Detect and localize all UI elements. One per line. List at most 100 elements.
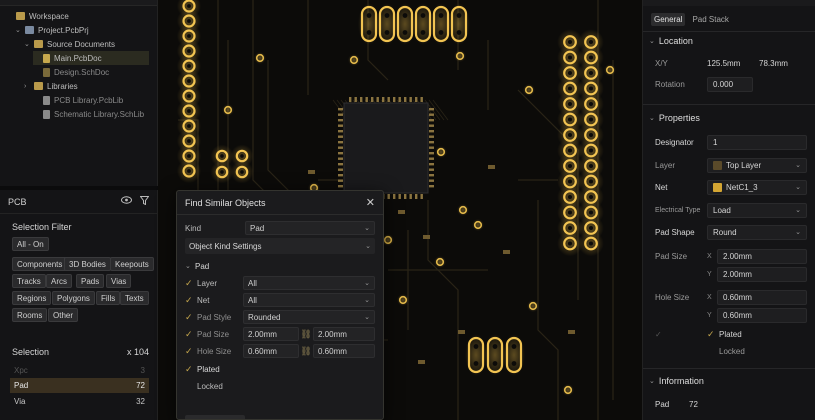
filter-chip[interactable]: 3D Bodies — [64, 257, 111, 271]
tree-item[interactable]: Schematic Library.SchLib — [33, 107, 149, 121]
y-value[interactable]: 78.3mm — [759, 59, 788, 68]
pad-size-y-row: Y 2.00mm — [655, 266, 807, 282]
filter-chip[interactable]: Fills — [96, 291, 121, 305]
pad-group-header[interactable]: ⌄ Pad — [185, 258, 375, 274]
dialog-property-value-field[interactable]: 0.60mm — [313, 344, 375, 358]
pad-hole — [588, 70, 594, 76]
filter-chip[interactable]: Vias — [106, 274, 132, 288]
tab-pad-stack[interactable]: Pad Stack — [689, 13, 731, 26]
check-icon[interactable]: ✓ — [185, 278, 197, 289]
chevron-down-icon: ⌄ — [365, 243, 371, 250]
locked-row[interactable]: Locked — [185, 378, 375, 394]
pad-hole — [438, 30, 444, 35]
tree-item[interactable]: ⌄ Source Documents — [24, 37, 149, 51]
pad-shape-row: Pad Shape Round ⌄ — [655, 224, 807, 240]
check-icon[interactable]: ✓ — [185, 312, 197, 323]
pad-hole — [384, 30, 390, 35]
designator-field[interactable]: 1 — [707, 134, 807, 150]
pad-hole — [588, 241, 594, 246]
hole-size-x-field[interactable]: 0.60mm — [717, 289, 807, 305]
filter-chip[interactable]: Keepouts — [110, 257, 154, 271]
selection-row-count: 72 — [136, 381, 145, 390]
ic-pin — [415, 97, 418, 102]
rotation-field[interactable]: 0.000 — [707, 76, 753, 92]
selection-row[interactable]: Pad 72 — [10, 378, 149, 393]
net-select[interactable]: NetC1_3 ⌄ — [707, 179, 807, 195]
folder-icon — [34, 40, 43, 48]
dialog-property-label: Layer — [197, 278, 218, 288]
tree-item[interactable]: Workspace — [6, 9, 149, 23]
filter-chip[interactable]: Pads — [76, 274, 105, 288]
object-kind-settings-header[interactable]: Object Kind Settings ⌄ — [185, 238, 375, 254]
filter-chip[interactable]: Regions — [12, 291, 52, 305]
ic-pin — [338, 146, 343, 149]
dialog-property-select[interactable]: All ⌄ — [243, 293, 375, 307]
filter-chip[interactable]: Components — [12, 257, 68, 271]
eye-icon[interactable] — [121, 196, 132, 207]
filter-chip[interactable]: Polygons — [52, 291, 95, 305]
xy-label: X/Y — [655, 58, 668, 68]
pad-hole — [187, 124, 191, 128]
dialog-property-value-field[interactable]: 2.00mm — [313, 327, 375, 341]
selection-row[interactable]: Xpc 3 — [10, 363, 149, 378]
chevron-down-icon[interactable]: ⌄ — [24, 40, 30, 48]
filter-chip[interactable]: Arcs — [46, 274, 72, 288]
electrical-type-select[interactable]: Load ⌄ — [707, 202, 807, 218]
filter-chip[interactable]: Rooms — [12, 308, 48, 322]
information-section-header[interactable]: ⌄ Information — [649, 376, 809, 386]
pad-hole — [473, 361, 479, 366]
close-icon[interactable]: ✕ — [366, 196, 375, 209]
via-glow — [222, 104, 234, 116]
hole-size-y-field[interactable]: 0.60mm — [717, 307, 807, 323]
tree-item[interactable]: › Libraries — [24, 79, 149, 93]
plated-row[interactable]: ✓ Plated — [185, 361, 375, 377]
tree-item-label: Project.PcbPrj — [38, 25, 89, 35]
tree-item[interactable]: Main.PcbDoc — [33, 51, 149, 65]
check-icon[interactable]: ✓ — [185, 329, 197, 340]
check-icon[interactable]: ✓ — [707, 329, 719, 340]
dialog-button-stub[interactable] — [185, 415, 245, 419]
tree-item[interactable]: Design.SchDoc — [33, 65, 149, 79]
pad-hole — [588, 101, 594, 107]
link-icon[interactable]: ⛓ — [299, 346, 313, 357]
chevron-right-icon[interactable]: › — [24, 83, 30, 90]
properties-section-header[interactable]: ⌄ Properties — [649, 113, 809, 123]
filter-chip[interactable]: Tracks — [12, 274, 46, 288]
check-icon[interactable]: ✓ — [185, 295, 197, 306]
pad-size-y-field[interactable]: 2.00mm — [717, 266, 807, 282]
chevron-down-icon[interactable]: ⌄ — [15, 26, 21, 34]
chevron-down-icon: ⌄ — [364, 280, 370, 287]
smd-pad — [423, 235, 430, 239]
selection-row[interactable]: Via 32 — [10, 394, 149, 409]
dialog-property-value-field[interactable]: 2.00mm — [243, 327, 299, 341]
dialog-property-row: ✓ Layer All ⌄ — [185, 275, 375, 291]
tab-general[interactable]: General — [651, 13, 686, 26]
filter-chip[interactable]: All - On — [12, 237, 49, 251]
selection-header: Selection x 104 — [12, 347, 149, 357]
pad-size-x-field[interactable]: 2.00mm — [717, 248, 807, 264]
electrical-type-row: Electrical Type Load ⌄ — [655, 202, 807, 218]
dialog-property-value-field[interactable]: 0.60mm — [243, 344, 299, 358]
filter-chip[interactable]: Other — [48, 308, 79, 322]
dialog-property-select[interactable]: All ⌄ — [243, 276, 375, 290]
pad-hole — [187, 49, 191, 53]
pad-size-label: Pad Size — [655, 251, 688, 261]
tree-item[interactable]: ⌄ Project.PcbPrj — [15, 23, 149, 37]
pad-shape-select[interactable]: Round ⌄ — [707, 224, 807, 240]
link-icon[interactable]: ⛓ — [299, 329, 313, 340]
location-section-header[interactable]: ⌄ Location — [649, 36, 809, 46]
filter-icon[interactable] — [139, 195, 150, 208]
x-value[interactable]: 125.5mm — [707, 59, 759, 68]
dialog-header: Find Similar Objects ✕ — [177, 191, 383, 215]
dialog-property-select[interactable]: Rounded ⌄ — [243, 310, 375, 324]
ic-pin — [409, 194, 412, 199]
kind-select[interactable]: Pad ⌄ — [245, 221, 375, 235]
check-icon[interactable]: ✓ — [185, 346, 197, 357]
check-icon[interactable]: ✓ — [185, 364, 197, 375]
ic-pin — [338, 124, 343, 127]
tree-item[interactable]: PCB Library.PcbLib — [33, 93, 149, 107]
library-icon — [43, 95, 50, 105]
filter-chip[interactable]: Texts — [120, 291, 149, 305]
layer-select[interactable]: Top Layer ⌄ — [707, 157, 807, 173]
smd-pad — [418, 360, 425, 364]
